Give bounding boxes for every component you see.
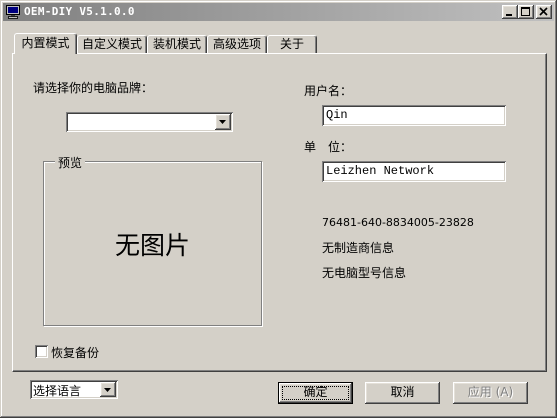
apply-button-label: 应用 (A) [467, 385, 514, 399]
ok-button[interactable]: 确定 [278, 382, 353, 404]
tab-label: 高级选项 [212, 37, 261, 51]
chevron-down-icon [219, 120, 226, 124]
close-icon [539, 7, 548, 16]
manufacturer-info: 无制造商信息 [322, 241, 395, 255]
tab-panel-builtin: 请选择你的电脑品牌： 预览 无图片 用户名： Qin 单 位： Leizhen … [12, 53, 547, 372]
maximize-icon [521, 7, 530, 16]
monitor-icon[interactable] [5, 4, 21, 20]
tab-custom-mode[interactable]: 自定义模式 [77, 35, 147, 53]
apply-button[interactable]: 应用 (A) [453, 382, 528, 404]
brand-select[interactable] [66, 112, 233, 132]
chevron-down-icon [104, 387, 111, 392]
preview-group: 预览 无图片 [43, 154, 262, 326]
minimize-icon [506, 14, 512, 16]
tab-label: 装机模式 [152, 37, 201, 51]
company-label: 单 位： [304, 140, 353, 154]
tab-label: 内置模式 [21, 36, 70, 50]
tab-builtin-mode[interactable]: 内置模式 [14, 33, 77, 54]
company-input[interactable]: Leizhen Network [322, 161, 506, 182]
company-value: Leizhen Network [326, 164, 435, 178]
restore-backup-label[interactable]: 恢复备份 [51, 344, 99, 361]
tab-about[interactable]: 关于 [267, 35, 317, 53]
maximize-button[interactable] [518, 5, 534, 19]
tab-label: 关于 [279, 37, 304, 51]
username-label: 用户名： [304, 84, 353, 98]
product-id: 76481-640-8834005-23828 [322, 216, 474, 229]
model-info: 无电脑型号信息 [322, 266, 407, 280]
app-window: OEM-DIY V5.1.0.0 内置模式 自定义模式 装机模式 高级选项 关于… [0, 0, 557, 418]
language-select-dropdown-button[interactable] [100, 382, 116, 397]
language-select-value: 选择语言 [33, 384, 82, 398]
title-bar[interactable]: OEM-DIY V5.1.0.0 [3, 3, 554, 21]
window-title: OEM-DIY V5.1.0.0 [24, 5, 135, 18]
username-input[interactable]: Qin [322, 105, 506, 126]
brand-select-dropdown-button[interactable] [215, 114, 231, 130]
language-select[interactable]: 选择语言 [30, 380, 118, 399]
username-value: Qin [326, 108, 348, 122]
focus-rect [282, 386, 349, 400]
tab-label: 自定义模式 [81, 37, 142, 51]
cancel-button-label: 取消 [390, 385, 415, 399]
tab-install-mode[interactable]: 装机模式 [147, 35, 207, 53]
close-button[interactable] [536, 5, 552, 19]
tab-advanced-options[interactable]: 高级选项 [207, 35, 267, 53]
preview-placeholder: 无图片 [114, 230, 190, 260]
brand-label: 请选择你的电脑品牌： [33, 81, 154, 95]
minimize-button[interactable] [502, 5, 518, 19]
restore-backup-checkbox[interactable] [35, 345, 48, 358]
cancel-button[interactable]: 取消 [365, 382, 440, 404]
